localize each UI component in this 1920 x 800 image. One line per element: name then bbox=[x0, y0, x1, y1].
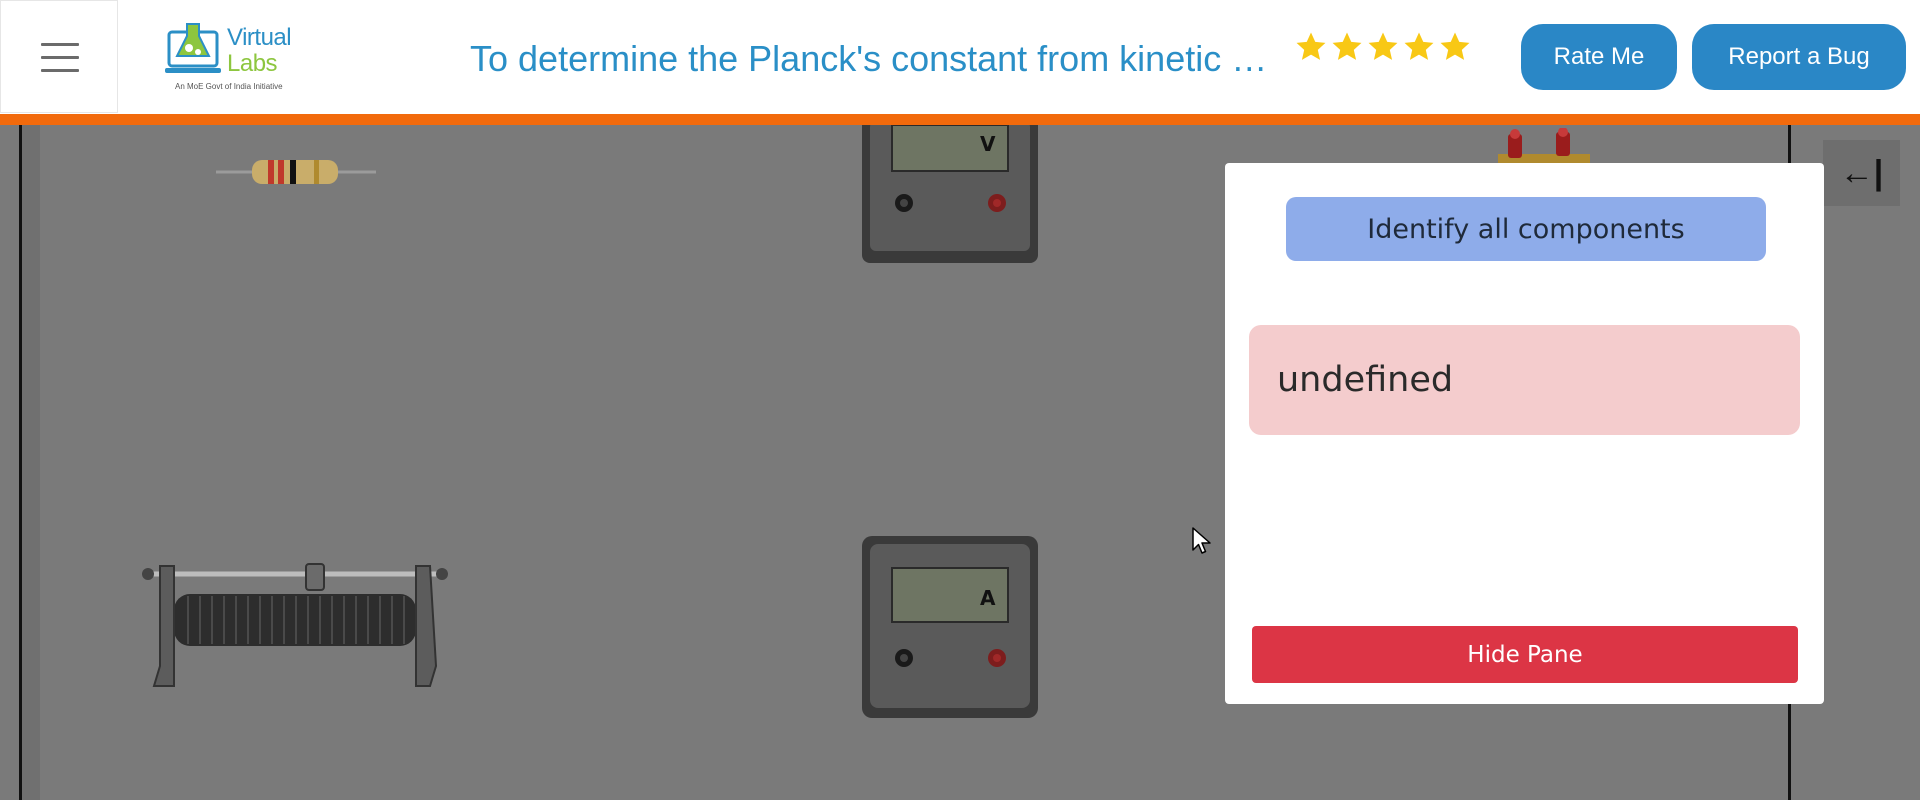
star-icon[interactable] bbox=[1330, 30, 1364, 64]
hamburger-icon bbox=[41, 43, 79, 73]
voltmeter-component[interactable] bbox=[860, 125, 1040, 265]
logo-word-virtual: Virtual bbox=[227, 24, 292, 51]
resistor-component[interactable] bbox=[216, 154, 376, 190]
mouse-cursor-icon bbox=[1192, 527, 1211, 554]
logo-tagline: An MoE Govt of India Initiative bbox=[175, 82, 283, 91]
voltmeter-label: V bbox=[980, 132, 996, 156]
top-header: Virtual Labs An MoE Govt of India Initia… bbox=[0, 0, 1920, 114]
rheostat-component[interactable] bbox=[138, 560, 452, 694]
power-supply-component[interactable] bbox=[1494, 128, 1594, 168]
menu-button[interactable] bbox=[0, 0, 118, 113]
ammeter-component[interactable] bbox=[860, 534, 1040, 720]
header-divider bbox=[0, 114, 1920, 125]
experiment-title: To determine the Planck's constant from … bbox=[470, 38, 1275, 79]
identify-components-button[interactable]: Identify all components bbox=[1286, 197, 1766, 261]
star-icon[interactable] bbox=[1438, 30, 1472, 64]
star-icon[interactable] bbox=[1366, 30, 1400, 64]
instruction-pane: Identify all components undefined Hide P… bbox=[1225, 163, 1824, 704]
rating-stars[interactable] bbox=[1294, 30, 1472, 70]
lab-flask-icon bbox=[165, 23, 221, 73]
toggle-pane-button[interactable]: ←| bbox=[1823, 140, 1900, 206]
virtual-labs-logo[interactable]: Virtual Labs An MoE Govt of India Initia… bbox=[165, 18, 300, 94]
ammeter-label: A bbox=[980, 586, 996, 610]
workspace-left-edge bbox=[19, 125, 22, 800]
collapse-arrow-icon: ←| bbox=[1839, 153, 1884, 192]
logo-word-labs: Labs bbox=[227, 50, 278, 77]
rate-me-button[interactable]: Rate Me bbox=[1521, 24, 1677, 90]
hide-pane-button[interactable]: Hide Pane bbox=[1252, 626, 1798, 683]
message-alert: undefined bbox=[1249, 325, 1800, 435]
star-icon[interactable] bbox=[1402, 30, 1436, 64]
workspace-border bbox=[22, 125, 40, 800]
star-icon[interactable] bbox=[1294, 30, 1328, 64]
report-bug-button[interactable]: Report a Bug bbox=[1692, 24, 1906, 90]
